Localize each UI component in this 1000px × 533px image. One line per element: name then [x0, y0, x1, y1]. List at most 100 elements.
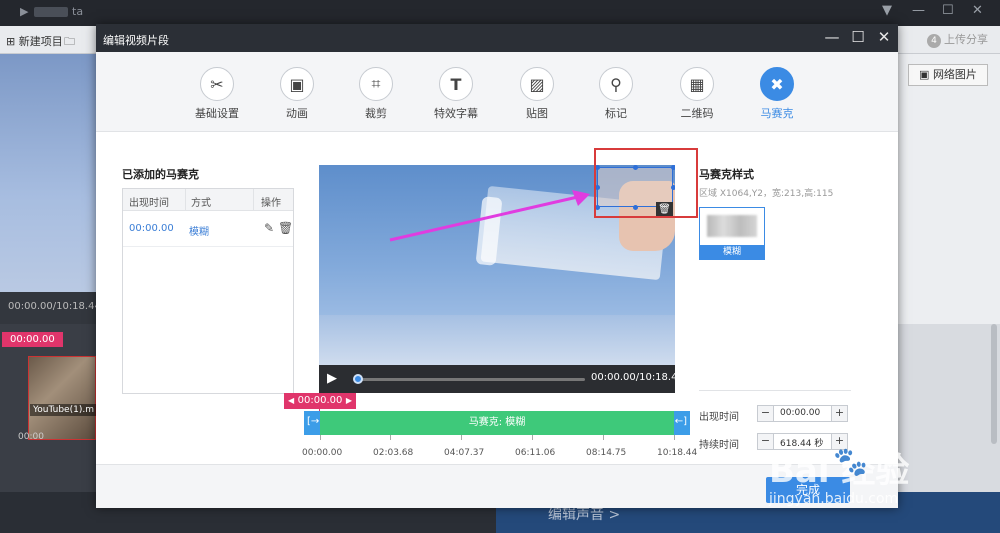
edit-icon[interactable]: ✎ — [264, 221, 274, 235]
tab-label: 动画 — [286, 107, 308, 120]
track-tick: 00:00 — [18, 432, 44, 442]
decrement-button[interactable]: − — [758, 406, 774, 421]
new-project-button[interactable]: ⊞ 新建项目 — [6, 33, 63, 49]
share-step-badge: 4 — [927, 34, 941, 48]
scissors-icon: ✂ — [200, 67, 234, 101]
tab-label: 马赛克 — [760, 107, 794, 120]
tab-basic-settings[interactable]: ✂ 基础设置 — [182, 67, 252, 121]
tool-tabs: ✂ 基础设置 ▣ 动画 ⌗ 裁剪 T 特效字幕 ▨ 贴图 ⚲ 标记 ▦ 二维码 … — [96, 52, 898, 132]
style-option-label: 模糊 — [700, 245, 764, 259]
mosaic-segment[interactable]: 马赛克: 模糊 — [320, 411, 674, 435]
tab-label: 裁剪 — [365, 107, 387, 120]
ruler-label: 08:14.75 — [586, 448, 627, 458]
watermark-url: jingyan.baidu.com — [769, 491, 899, 507]
dialog-titlebar: 编辑视频片段 — ☐ ✕ — [96, 24, 898, 52]
dialog-maximize-icon[interactable]: ☐ — [848, 28, 868, 46]
animation-icon: ▣ — [280, 67, 314, 101]
row-mode[interactable]: 模糊 — [189, 223, 209, 238]
appear-time-stepper[interactable]: − 00:00.00 + — [757, 405, 848, 422]
time-ruler — [304, 435, 694, 445]
ruler-label: 06:11.06 — [515, 448, 556, 458]
tab-qrcode[interactable]: ▦ 二维码 — [662, 67, 732, 121]
image-icon: ▨ — [520, 67, 554, 101]
tab-subtitle-effects[interactable]: T 特效字幕 — [421, 67, 491, 121]
tab-mosaic[interactable]: ✖ 马赛克 — [742, 67, 812, 121]
ruler-label: 10:18.44 — [657, 448, 698, 458]
resource-pane: ▣ 网络图片 — [898, 54, 1000, 324]
paw-icon: 🐾 — [833, 445, 868, 478]
ruler-tick — [674, 435, 675, 440]
style-option-blur[interactable]: 模糊 — [699, 207, 765, 260]
app-logo-icon: ▶ — [20, 5, 29, 18]
dialog-close-icon[interactable]: ✕ — [874, 28, 894, 46]
crop-icon: ⌗ — [359, 67, 393, 101]
seek-handle[interactable] — [353, 374, 363, 384]
net-image-button[interactable]: ▣ 网络图片 — [908, 64, 988, 86]
open-folder-icon[interactable]: 🗀 — [64, 33, 75, 52]
column-header: 方式 — [191, 198, 211, 209]
ruler-tick — [532, 435, 533, 440]
maximize-icon[interactable]: ☐ — [942, 3, 954, 18]
ruler-label: 02:03.68 — [373, 448, 414, 458]
annotation-arrow — [389, 190, 590, 242]
marker-left-icon[interactable]: ◀ — [288, 393, 294, 409]
pin-icon: ⚲ — [599, 67, 633, 101]
mosaic-icon: ✖ — [760, 67, 794, 101]
added-mosaic-title: 已添加的马赛克 — [122, 168, 199, 181]
tab-label: 特效字幕 — [434, 107, 478, 120]
video-controls: ▶ 00:00.00/10:18.44 — [319, 365, 675, 393]
dialog-minimize-icon[interactable]: — — [822, 28, 842, 46]
mosaic-table: 出现时间 方式 操作 00:00.00 模糊 ✎ 🗑 — [122, 188, 294, 394]
tab-label: 贴图 — [526, 107, 548, 120]
mosaic-timeline: [→ 马赛克: 模糊 ←] — [304, 411, 690, 435]
marker-time: 00:00.00 — [297, 395, 343, 406]
net-image-label: 网络图片 — [932, 68, 977, 81]
dropdown-icon[interactable]: ▼ — [882, 3, 892, 18]
preview-pane — [0, 54, 96, 292]
appear-time-label: 出现时间 — [699, 412, 739, 423]
playhead-marker[interactable]: ◀ 00:00.00 ▶ — [284, 393, 356, 409]
app-title-blurred — [34, 7, 68, 17]
seek-bar[interactable] — [355, 378, 585, 381]
upload-share-button[interactable]: 4 上传分享 — [927, 31, 988, 48]
tab-animation[interactable]: ▣ 动画 — [262, 67, 332, 121]
share-label: 上传分享 — [944, 33, 988, 46]
table-row[interactable]: 00:00.00 模糊 ✎ 🗑 — [123, 211, 293, 247]
column-header: 操作 — [261, 198, 281, 209]
divider — [699, 390, 851, 391]
ruler-tick — [390, 435, 391, 440]
mosaic-region-info: 区域 X1064,Y2，宽:213,高:115 — [699, 189, 834, 199]
tab-sticker[interactable]: ▨ 贴图 — [502, 67, 572, 121]
segment-end-handle-icon[interactable]: ←] — [675, 416, 687, 427]
video-time: 00:00.00/10:18.44 — [591, 372, 675, 383]
video-ground — [319, 315, 675, 365]
text-icon: T — [439, 67, 473, 101]
segment-start-handle-icon[interactable]: [→ — [307, 416, 319, 427]
row-time[interactable]: 00:00.00 — [129, 223, 174, 234]
baidu-watermark: Bai 经验 🐾 jingyan.baidu.com — [755, 425, 985, 515]
minimize-icon[interactable]: — — [912, 3, 925, 18]
clip-name: YouTube(1).m — [30, 404, 97, 416]
ruler-tick — [320, 435, 321, 440]
scrollbar[interactable] — [991, 324, 997, 444]
ruler-label: 04:07.37 — [444, 448, 485, 458]
increment-button[interactable]: + — [831, 406, 847, 421]
track-area: 00:00.00 YouTube(1).m 00:00 — [0, 324, 97, 492]
play-icon[interactable]: ▶ — [327, 371, 337, 386]
close-icon[interactable]: ✕ — [972, 3, 983, 18]
qrcode-icon: ▦ — [680, 67, 714, 101]
track-timecode: 00:00.00 — [2, 332, 63, 347]
marker-right-icon[interactable]: ▶ — [346, 393, 352, 409]
delete-icon[interactable]: 🗑 — [278, 221, 293, 235]
ruler-tick — [603, 435, 604, 440]
preview-time: 00:00.00/10:18.44 — [0, 292, 101, 324]
dialog-title: 编辑视频片段 — [103, 34, 169, 47]
clip-thumbnail[interactable] — [28, 356, 96, 440]
ruler-tick — [461, 435, 462, 440]
blur-preview — [707, 215, 757, 237]
column-divider — [253, 189, 254, 211]
appear-time-value[interactable]: 00:00.00 — [780, 408, 820, 418]
tab-marker[interactable]: ⚲ 标记 — [581, 67, 651, 121]
table-header: 出现时间 方式 操作 — [123, 189, 293, 211]
tab-crop[interactable]: ⌗ 裁剪 — [341, 67, 411, 121]
